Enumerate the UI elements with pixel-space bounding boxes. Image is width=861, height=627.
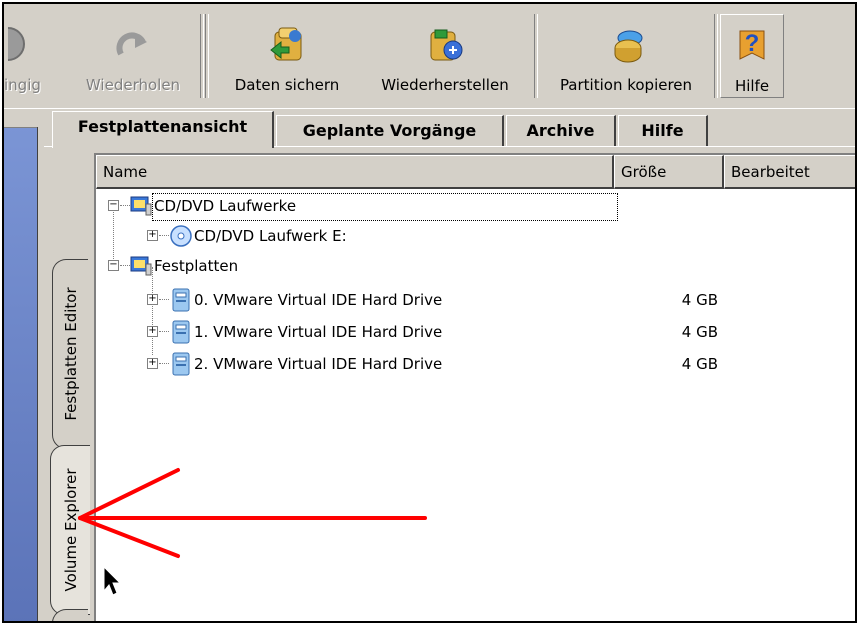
- tab-geplante-vorgaenge[interactable]: Geplante Vorgänge: [276, 115, 504, 147]
- app-window: ingig Wiederholen Daten sichern Wiederhe…: [2, 2, 857, 623]
- restore-button-label: Wiederherstellen: [381, 76, 509, 94]
- expand-toggle[interactable]: +: [147, 294, 158, 305]
- tree-row-hard-drive-1[interactable]: + 1. VMware Virtual IDE Hard Drive 4 GB: [96, 317, 855, 347]
- toolbar-separator: [714, 14, 718, 98]
- toolbar: ingig Wiederholen Daten sichern Wiederhe…: [4, 4, 855, 109]
- toolbar-separator: [205, 14, 209, 98]
- tree-connector: [159, 299, 169, 300]
- drive-size: 4 GB: [681, 355, 718, 373]
- hard-drive-icon: [172, 352, 190, 376]
- help-icon: ?: [739, 30, 765, 60]
- tree-row-label: CD/DVD Laufwerk E:: [194, 227, 347, 245]
- backup-icon: [270, 27, 302, 61]
- redo-arrow-icon: [116, 32, 147, 56]
- tree-row-label: 0. VMware Virtual IDE Hard Drive: [194, 291, 443, 309]
- column-header-label: Größe: [621, 163, 667, 181]
- redo-button[interactable]: Wiederholen: [68, 14, 198, 98]
- redo-partial-icon: [8, 27, 25, 61]
- drive-size: 4 GB: [681, 323, 718, 341]
- drive-size: 4 GB: [681, 291, 718, 309]
- tree-row-cd-dvd-drives[interactable]: − CD/DVD Laufwerke: [96, 191, 855, 221]
- navigation-sidebar: [4, 109, 42, 621]
- restore-icon: [430, 29, 463, 61]
- copy-partition-button[interactable]: Partition kopieren: [540, 14, 712, 98]
- disk-tree-list[interactable]: Name Größe Bearbeitet − CD/DVD Laufwerke…: [94, 153, 855, 621]
- svg-text:?: ?: [745, 30, 760, 57]
- cd-drive-icon: [170, 225, 192, 247]
- tree-connector: [120, 205, 130, 206]
- help-button-label: Hilfe: [734, 77, 770, 95]
- column-header-label: Bearbeitet: [731, 163, 810, 181]
- restore-button[interactable]: Wiederherstellen: [360, 14, 530, 98]
- toolbar-separator: [200, 14, 204, 98]
- sidebar-header: [4, 109, 42, 128]
- collapse-toggle[interactable]: −: [108, 200, 119, 211]
- redo-button-label: Wiederholen: [85, 76, 181, 94]
- sidebar-splitter[interactable]: [37, 127, 42, 621]
- column-header-label: Name: [103, 163, 148, 181]
- tree-row-label: 2. VMware Virtual IDE Hard Drive: [194, 355, 443, 373]
- side-tab-festplatten-editor[interactable]: Festplatten Editor: [52, 259, 88, 449]
- hard-drive-icon: [172, 320, 190, 344]
- tab-label: Hilfe: [641, 121, 684, 140]
- side-tab-partial[interactable]: [52, 609, 88, 621]
- expand-toggle[interactable]: +: [147, 358, 158, 369]
- hard-drive-icon: [172, 288, 190, 312]
- tree-row-label: 1. VMware Virtual IDE Hard Drive: [194, 323, 443, 341]
- tab-label: Archive: [526, 121, 595, 140]
- backup-button[interactable]: Daten sichern: [214, 14, 360, 98]
- tree-row-hard-disks[interactable]: − Festplatten: [96, 251, 855, 281]
- tab-archive[interactable]: Archive: [506, 115, 616, 147]
- tree-row-hard-drive-0[interactable]: + 0. VMware Virtual IDE Hard Drive 4 GB: [96, 285, 855, 315]
- computer-icon: [130, 256, 152, 276]
- side-tab-label: Festplatten Editor: [61, 287, 80, 421]
- collapse-toggle[interactable]: −: [108, 260, 119, 271]
- column-header-size[interactable]: Größe: [614, 155, 724, 189]
- cutoff-toolbar-button[interactable]: ingig: [4, 14, 68, 98]
- view-tabs: Festplattenansicht Geplante Vorgänge Arc…: [44, 109, 855, 148]
- toolbar-button-label: ingig: [4, 76, 41, 94]
- side-tab-label: Volume Explorer: [61, 468, 80, 592]
- toolbar-separator: [534, 14, 538, 98]
- help-button[interactable]: ? Hilfe: [720, 14, 784, 98]
- tab-festplattenansicht[interactable]: Festplattenansicht: [52, 111, 274, 148]
- list-header: Name Größe Bearbeitet: [96, 155, 855, 189]
- tree-row-label: Festplatten: [154, 257, 239, 275]
- tree-row-cd-drive-e[interactable]: + CD/DVD Laufwerk E:: [96, 221, 855, 251]
- expand-toggle[interactable]: +: [147, 326, 158, 337]
- backup-button-label: Daten sichern: [234, 76, 340, 94]
- side-tab-volume-explorer[interactable]: Volume Explorer: [50, 445, 90, 615]
- focus-rectangle: [152, 193, 618, 221]
- tree-row-hard-drive-2[interactable]: + 2. VMware Virtual IDE Hard Drive 4 GB: [96, 349, 855, 379]
- tree-connector: [159, 331, 169, 332]
- tab-label: Festplattenansicht: [77, 117, 248, 136]
- tab-label: Geplante Vorgänge: [302, 121, 477, 140]
- tree-connector: [120, 265, 130, 266]
- tab-hilfe[interactable]: Hilfe: [618, 115, 708, 147]
- column-header-modified[interactable]: Bearbeitet: [724, 155, 855, 189]
- copy-partition-button-label: Partition kopieren: [559, 76, 693, 94]
- expand-toggle[interactable]: +: [147, 230, 158, 241]
- tree-connector: [159, 363, 169, 364]
- tree-connector: [159, 235, 169, 236]
- main-panel: Festplattenansicht Geplante Vorgänge Arc…: [44, 109, 855, 621]
- copy-partition-icon: [614, 30, 643, 63]
- computer-icon: [130, 196, 152, 216]
- column-header-name[interactable]: Name: [96, 155, 614, 189]
